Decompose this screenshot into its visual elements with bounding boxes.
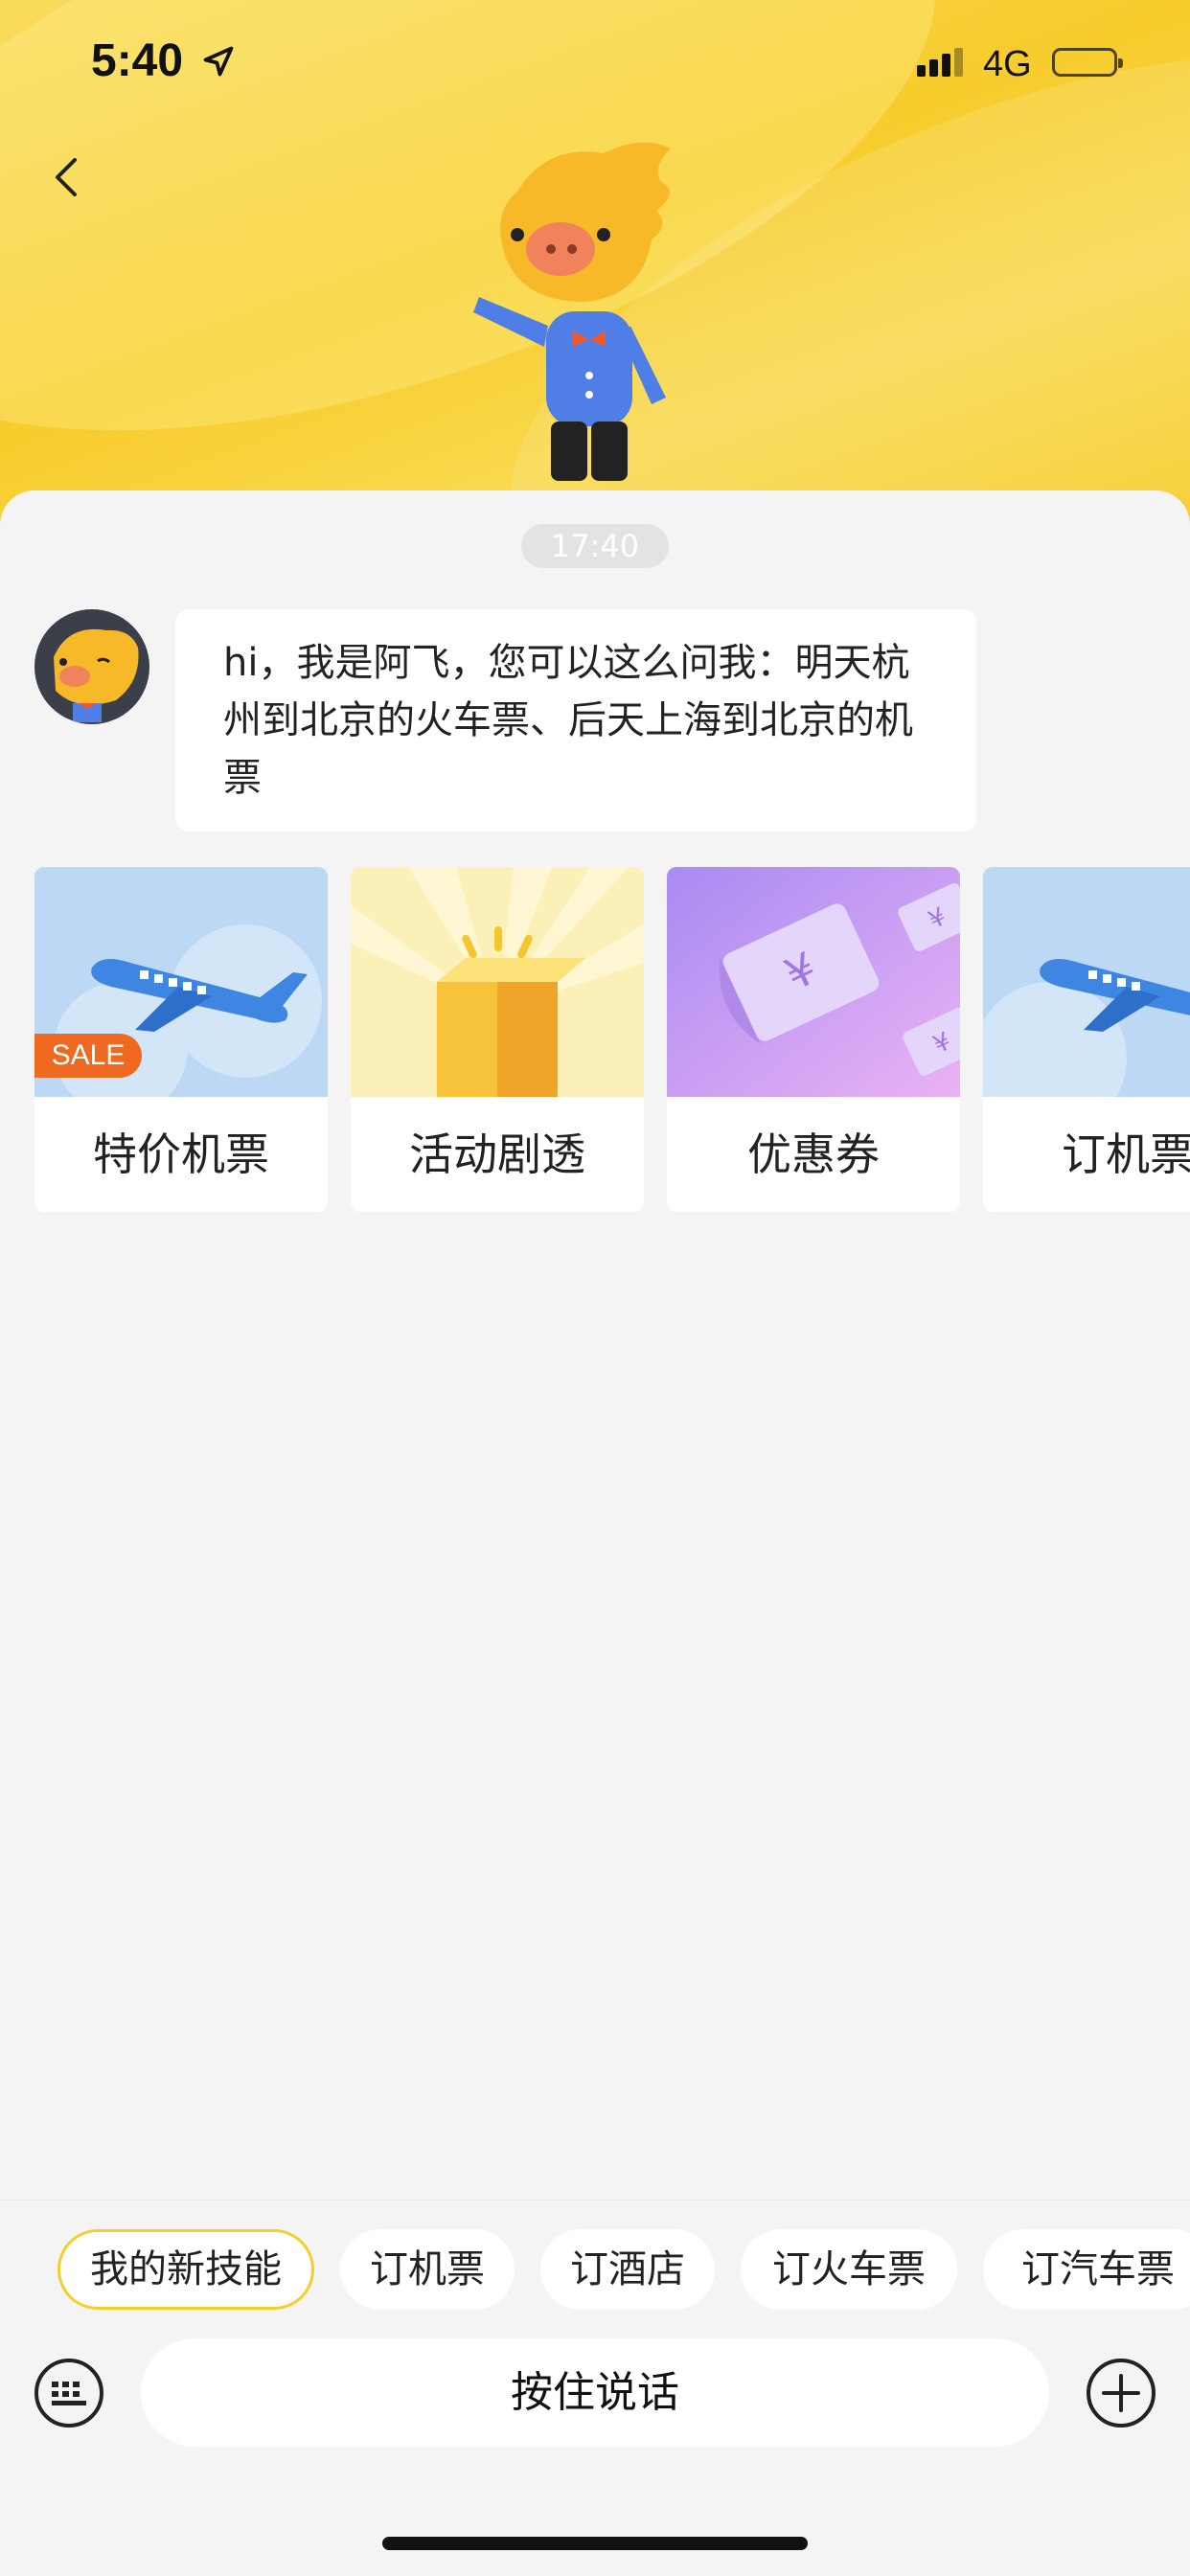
chip-book-flight[interactable]: 订机票: [340, 2229, 515, 2310]
feature-cards-carousel[interactable]: SALE 特价机票 活动剧透 ¥ ¥ ¥ 优惠券 订机票: [34, 867, 1190, 1212]
card-label: 优惠券: [747, 1128, 880, 1180]
battery-icon: [1052, 48, 1123, 77]
bot-avatar: [34, 609, 149, 724]
card-label: 订机票: [1062, 1128, 1190, 1180]
bot-message-bubble: hi，我是阿飞，您可以这么问我：明天杭州到北京的火车票、后天上海到北京的机票: [175, 609, 976, 832]
message-timestamp: 17:40: [521, 524, 669, 568]
mascot-illustration: [473, 142, 671, 481]
card-book-flights[interactable]: 订机票: [983, 867, 1190, 1212]
keyboard-button[interactable]: [34, 2359, 103, 2428]
card-coupons[interactable]: ¥ ¥ ¥ 优惠券: [667, 867, 960, 1212]
coupon-icon: ¥ ¥ ¥: [667, 867, 960, 1097]
network-label: 4G: [983, 44, 1032, 84]
quick-reply-chips: 我的新技能 订机票 订酒店 订火车票 订汽车票: [0, 2229, 1190, 2310]
home-indicator[interactable]: [382, 2537, 808, 2550]
header-banner: 5:40 4G: [0, 0, 1190, 536]
back-button[interactable]: [38, 148, 96, 206]
status-time: 5:40: [91, 35, 184, 86]
pig-mascot-icon: [54, 628, 139, 722]
chip-book-bus[interactable]: 订汽车票: [983, 2229, 1190, 2310]
card-label: 特价机票: [93, 1128, 269, 1180]
chip-new-skills[interactable]: 我的新技能: [57, 2229, 314, 2310]
chip-book-hotel[interactable]: 订酒店: [540, 2229, 715, 2310]
location-arrow-icon: [203, 46, 234, 77]
sale-badge: SALE: [34, 1034, 142, 1078]
card-special-flights[interactable]: SALE 特价机票: [34, 867, 328, 1212]
chip-book-train[interactable]: 订火车票: [741, 2229, 957, 2310]
signal-icon: [917, 48, 967, 77]
hold-to-talk-button[interactable]: 按住说话: [141, 2338, 1049, 2447]
status-bar: 5:40 4G: [0, 0, 1190, 125]
plus-icon: [1102, 2374, 1140, 2412]
keyboard-icon: [52, 2382, 86, 2405]
card-events-preview[interactable]: 活动剧透: [351, 867, 644, 1212]
gift-box-icon: [351, 867, 644, 1097]
card-label: 活动剧透: [409, 1128, 585, 1180]
airplane-icon: [983, 867, 1190, 1097]
add-button[interactable]: [1087, 2359, 1156, 2428]
